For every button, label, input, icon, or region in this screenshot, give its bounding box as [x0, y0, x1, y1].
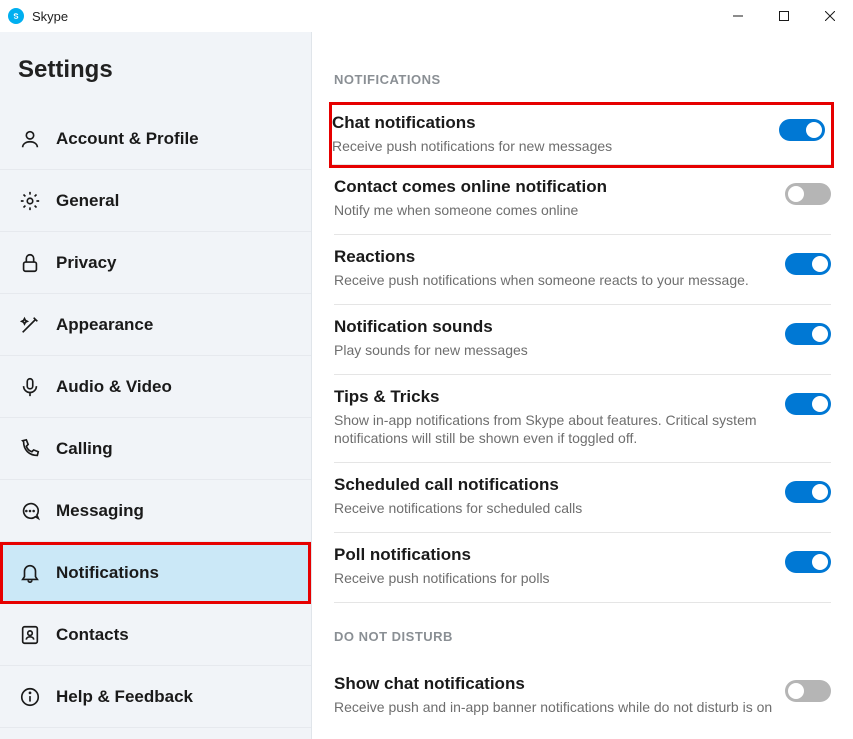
nav-messaging[interactable]: Messaging — [0, 480, 311, 542]
nav-label: General — [56, 191, 119, 211]
nav-contacts[interactable]: Contacts — [0, 604, 311, 666]
row-title: Show chat notifications — [334, 674, 773, 694]
toggle-scheduled-call[interactable] — [785, 481, 831, 503]
bell-icon — [18, 561, 42, 585]
close-button[interactable] — [807, 0, 853, 32]
toggle-chat-notifications[interactable] — [779, 119, 825, 141]
settings-content: NOTIFICATIONS Chat notifications Receive… — [312, 32, 853, 739]
row-reactions: Reactions Receive push notifications whe… — [334, 235, 831, 305]
toggle-contact-online[interactable] — [785, 183, 831, 205]
row-title: Reactions — [334, 247, 773, 267]
row-desc: Show in-app notifications from Skype abo… — [334, 411, 773, 449]
row-title: Tips & Tricks — [334, 387, 773, 407]
row-title: Contact comes online notification — [334, 177, 773, 197]
nav-general[interactable]: General — [0, 170, 311, 232]
row-desc: Receive push notifications when someone … — [334, 271, 773, 290]
nav-label: Account & Profile — [56, 129, 199, 149]
row-desc: Receive push notifications for polls — [334, 569, 773, 588]
person-icon — [18, 127, 42, 151]
gear-icon — [18, 189, 42, 213]
nav-audio-video[interactable]: Audio & Video — [0, 356, 311, 418]
nav-label: Calling — [56, 439, 113, 459]
row-tips-tricks: Tips & Tricks Show in-app notifications … — [334, 375, 831, 464]
wand-icon — [18, 313, 42, 337]
row-desc: Receive push and in-app banner notificat… — [334, 698, 773, 717]
row-contact-online: Contact comes online notification Notify… — [334, 165, 831, 235]
toggle-reactions[interactable] — [785, 253, 831, 275]
row-notification-sounds: Notification sounds Play sounds for new … — [334, 305, 831, 375]
microphone-icon — [18, 375, 42, 399]
skype-logo-icon — [8, 8, 24, 24]
section-dnd: DO NOT DISTURB — [334, 629, 831, 644]
toggle-notification-sounds[interactable] — [785, 323, 831, 345]
page-title: Settings — [0, 32, 311, 108]
window-controls — [715, 0, 853, 32]
nav-label: Help & Feedback — [56, 687, 193, 707]
nav-label: Messaging — [56, 501, 144, 521]
nav-label: Notifications — [56, 563, 159, 583]
row-title: Chat notifications — [332, 113, 767, 133]
info-icon — [18, 685, 42, 709]
row-title: Notification sounds — [334, 317, 773, 337]
nav-label: Privacy — [56, 253, 117, 273]
row-desc: Receive push notifications for new messa… — [332, 137, 767, 156]
row-desc: Notify me when someone comes online — [334, 201, 773, 220]
lock-icon — [18, 251, 42, 275]
contacts-icon — [18, 623, 42, 647]
sidebar: Settings Account & Profile General Priva… — [0, 32, 312, 739]
row-desc: Play sounds for new messages — [334, 341, 773, 360]
toggle-show-chat-dnd[interactable] — [785, 680, 831, 702]
nav-label: Appearance — [56, 315, 153, 335]
nav-appearance[interactable]: Appearance — [0, 294, 311, 356]
row-chat-notifications: Chat notifications Receive push notifica… — [332, 105, 831, 165]
toggle-tips-tricks[interactable] — [785, 393, 831, 415]
section-notifications: NOTIFICATIONS — [334, 72, 831, 87]
chat-icon — [18, 499, 42, 523]
nav-help-feedback[interactable]: Help & Feedback — [0, 666, 311, 728]
nav-list: Account & Profile General Privacy Appear… — [0, 108, 311, 728]
row-title: Poll notifications — [334, 545, 773, 565]
row-poll-notifications: Poll notifications Receive push notifica… — [334, 533, 831, 603]
nav-label: Contacts — [56, 625, 129, 645]
nav-notifications[interactable]: Notifications — [0, 542, 311, 604]
titlebar: Skype — [0, 0, 853, 32]
phone-icon — [18, 437, 42, 461]
minimize-button[interactable] — [715, 0, 761, 32]
row-show-chat-dnd: Show chat notifications Receive push and… — [334, 662, 831, 731]
nav-privacy[interactable]: Privacy — [0, 232, 311, 294]
nav-label: Audio & Video — [56, 377, 172, 397]
row-desc: Receive notifications for scheduled call… — [334, 499, 773, 518]
toggle-poll-notifications[interactable] — [785, 551, 831, 573]
maximize-button[interactable] — [761, 0, 807, 32]
row-scheduled-call: Scheduled call notifications Receive not… — [334, 463, 831, 533]
nav-calling[interactable]: Calling — [0, 418, 311, 480]
window-title: Skype — [32, 9, 68, 24]
nav-account-profile[interactable]: Account & Profile — [0, 108, 311, 170]
row-title: Scheduled call notifications — [334, 475, 773, 495]
